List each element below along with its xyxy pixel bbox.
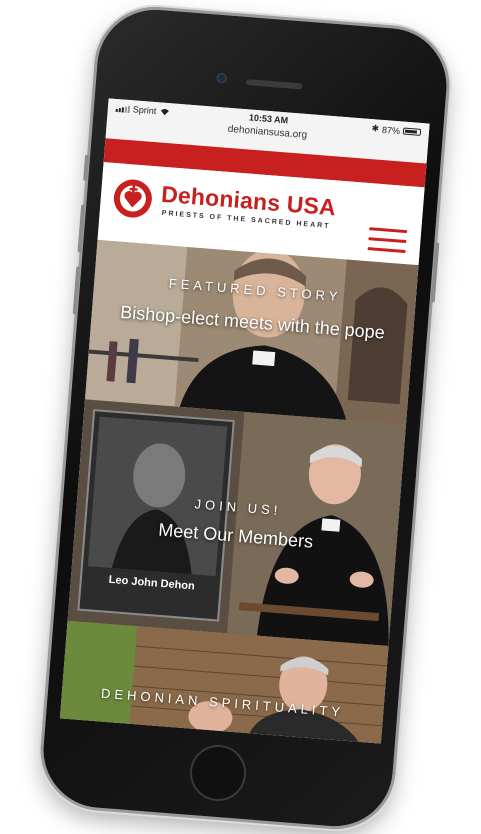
stage: Sprint 10:53 AM dehoniansusa.org ✱ 87% D… [0,0,481,834]
volume-up-button [77,204,86,253]
join-us-tile[interactable]: Leo John Dehon JOIN US! Meet Our Members [67,399,406,646]
iphone-device: Sprint 10:53 AM dehoniansusa.org ✱ 87% D… [39,5,451,831]
volume-down-button [72,266,81,315]
mute-switch [83,154,90,181]
bluetooth-icon: ✱ [371,123,380,134]
featured-story-tile[interactable]: FEATURED STORY Bishop-elect meets with t… [84,239,419,425]
battery-percent: 87% [381,124,401,136]
battery-fill [404,129,418,134]
phone-screen: Sprint 10:53 AM dehoniansusa.org ✱ 87% D… [59,98,430,744]
sacred-heart-logo-icon[interactable] [111,177,154,220]
hamburger-menu-icon[interactable] [367,227,408,254]
power-button [430,242,440,303]
earpiece-speaker [246,79,303,90]
battery-icon [402,127,422,136]
home-button[interactable] [187,742,249,804]
front-camera [216,72,227,84]
